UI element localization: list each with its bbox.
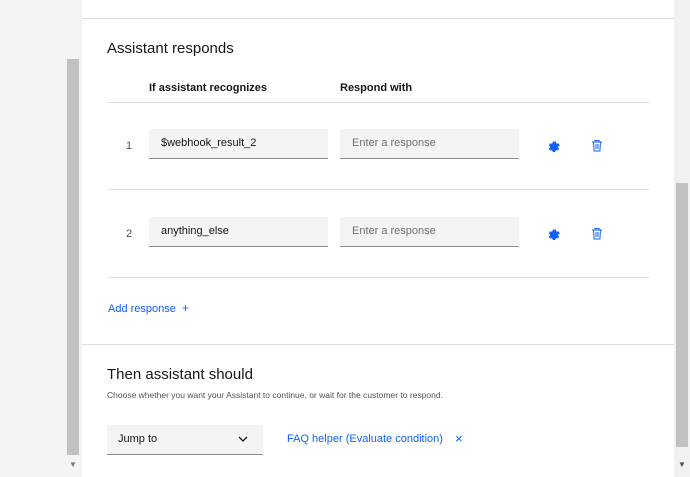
- row-divider: [107, 189, 649, 190]
- node-editor-panel: Assistant responds If assistant recogniz…: [82, 0, 674, 477]
- close-icon[interactable]: ×: [455, 431, 463, 446]
- header-row-divider: [107, 102, 649, 103]
- column-header-recognizes: If assistant recognizes: [149, 82, 267, 94]
- top-divider: [82, 18, 674, 19]
- chevron-down-icon: [238, 436, 248, 442]
- gear-icon[interactable]: [544, 224, 562, 242]
- then-helper-text: Choose whether you want your Assistant t…: [107, 390, 443, 400]
- dropdown-selected-value: Jump to: [118, 433, 158, 445]
- jump-to-target-link[interactable]: FAQ helper (Evaluate condition): [287, 433, 443, 445]
- response-row-number: 1: [126, 140, 133, 152]
- panel-scrollbar-thumb[interactable]: [676, 183, 688, 447]
- gear-icon[interactable]: [544, 136, 562, 154]
- trash-icon[interactable]: [588, 224, 606, 242]
- response-row-number: 2: [126, 228, 133, 240]
- background-scrollbar-thumb[interactable]: [67, 59, 79, 455]
- row-divider: [107, 277, 649, 278]
- response-input[interactable]: Enter a response: [340, 217, 519, 247]
- plus-icon: +: [181, 301, 189, 315]
- condition-input[interactable]: $webhook_result_2: [149, 129, 328, 159]
- then-assistant-should-title: Then assistant should: [107, 366, 253, 383]
- background-scroll-down-arrow[interactable]: ▼: [68, 460, 78, 470]
- panel-scroll-down-arrow[interactable]: ▼: [676, 459, 688, 471]
- add-response-label: Add response: [108, 303, 176, 315]
- next-step-dropdown[interactable]: Jump to: [107, 425, 263, 455]
- condition-input[interactable]: anything_else: [149, 217, 328, 247]
- add-response-button[interactable]: Add response +: [108, 301, 189, 315]
- trash-icon[interactable]: [588, 136, 606, 154]
- assistant-responds-title: Assistant responds: [107, 40, 234, 57]
- section-divider: [82, 344, 674, 345]
- response-input[interactable]: Enter a response: [340, 129, 519, 159]
- column-header-respond-with: Respond with: [340, 82, 413, 94]
